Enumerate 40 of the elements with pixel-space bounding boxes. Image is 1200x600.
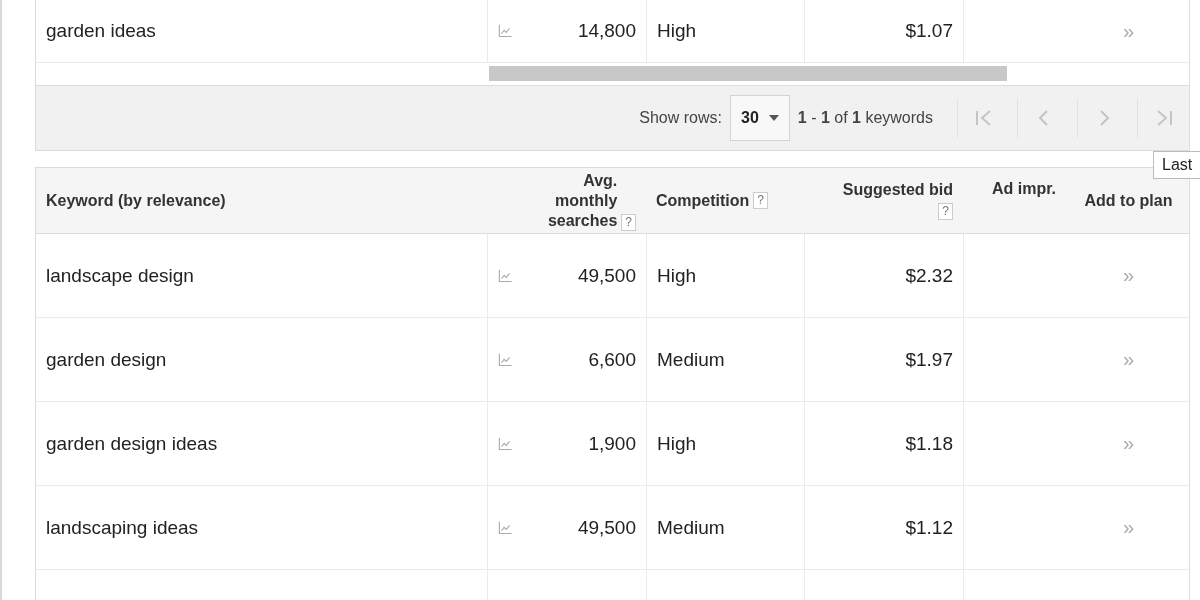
bid-cell: $1.12	[804, 486, 963, 569]
help-icon[interactable]: ?	[621, 213, 636, 231]
bid-cell: $1.07	[804, 0, 963, 62]
add-to-plan-link[interactable]: »	[1122, 432, 1135, 455]
help-icon[interactable]: ?	[753, 192, 768, 209]
add-to-plan-link[interactable]: »	[1122, 264, 1135, 287]
bid-cell: $2.32	[804, 234, 963, 317]
show-rows-label: Show rows:	[639, 109, 722, 127]
searches-cell-text: 6,600	[587, 347, 637, 372]
keyword-cell-text: garden ideas	[45, 19, 157, 43]
keyword-cell-text: landscape design	[45, 263, 195, 288]
column-header: Competition	[656, 191, 750, 210]
bid-cell: $1.97	[804, 318, 963, 401]
scrollbar-thumb[interactable]	[489, 66, 1007, 81]
column-header: Ad impr.	[992, 180, 1056, 198]
keyword-cell-text: landscaping ideas	[45, 515, 200, 540]
range-text: 1 - 1 of 1 keywords	[797, 109, 933, 127]
tooltip: Last	[1153, 151, 1200, 179]
help-icon[interactable]: ?	[938, 203, 953, 220]
add-to-plan-link[interactable]: »	[1122, 516, 1135, 539]
searches-cell-text: 49,500	[576, 515, 637, 540]
add-to-plan-link[interactable]: »	[1122, 348, 1135, 371]
competition-cell: High	[646, 234, 804, 317]
bid-cell: $1.18	[804, 402, 963, 485]
competition-cell: High	[646, 402, 804, 485]
column-header: Add to plan	[1084, 191, 1173, 210]
competition-cell: Medium	[646, 318, 804, 401]
keyword-cell-text: garden design ideas	[45, 431, 219, 456]
column-header: Keyword (by relevance)	[46, 191, 226, 210]
caret-icon	[768, 115, 779, 121]
searches-cell-text: 49,500	[576, 263, 637, 288]
add-to-plan-link[interactable]: »	[1122, 19, 1135, 43]
competition-cell: Medium	[646, 486, 804, 569]
keyword-cell-text: garden design	[45, 347, 168, 372]
competition-cell: High	[646, 0, 804, 62]
column-header: Suggested bid	[842, 181, 953, 199]
rows-dropdown[interactable]: 30	[730, 95, 790, 141]
column-header: Avg. monthly searches	[546, 170, 618, 231]
searches-cell-text: 14,800	[576, 19, 637, 43]
searches-cell-text: 1,900	[587, 431, 637, 456]
